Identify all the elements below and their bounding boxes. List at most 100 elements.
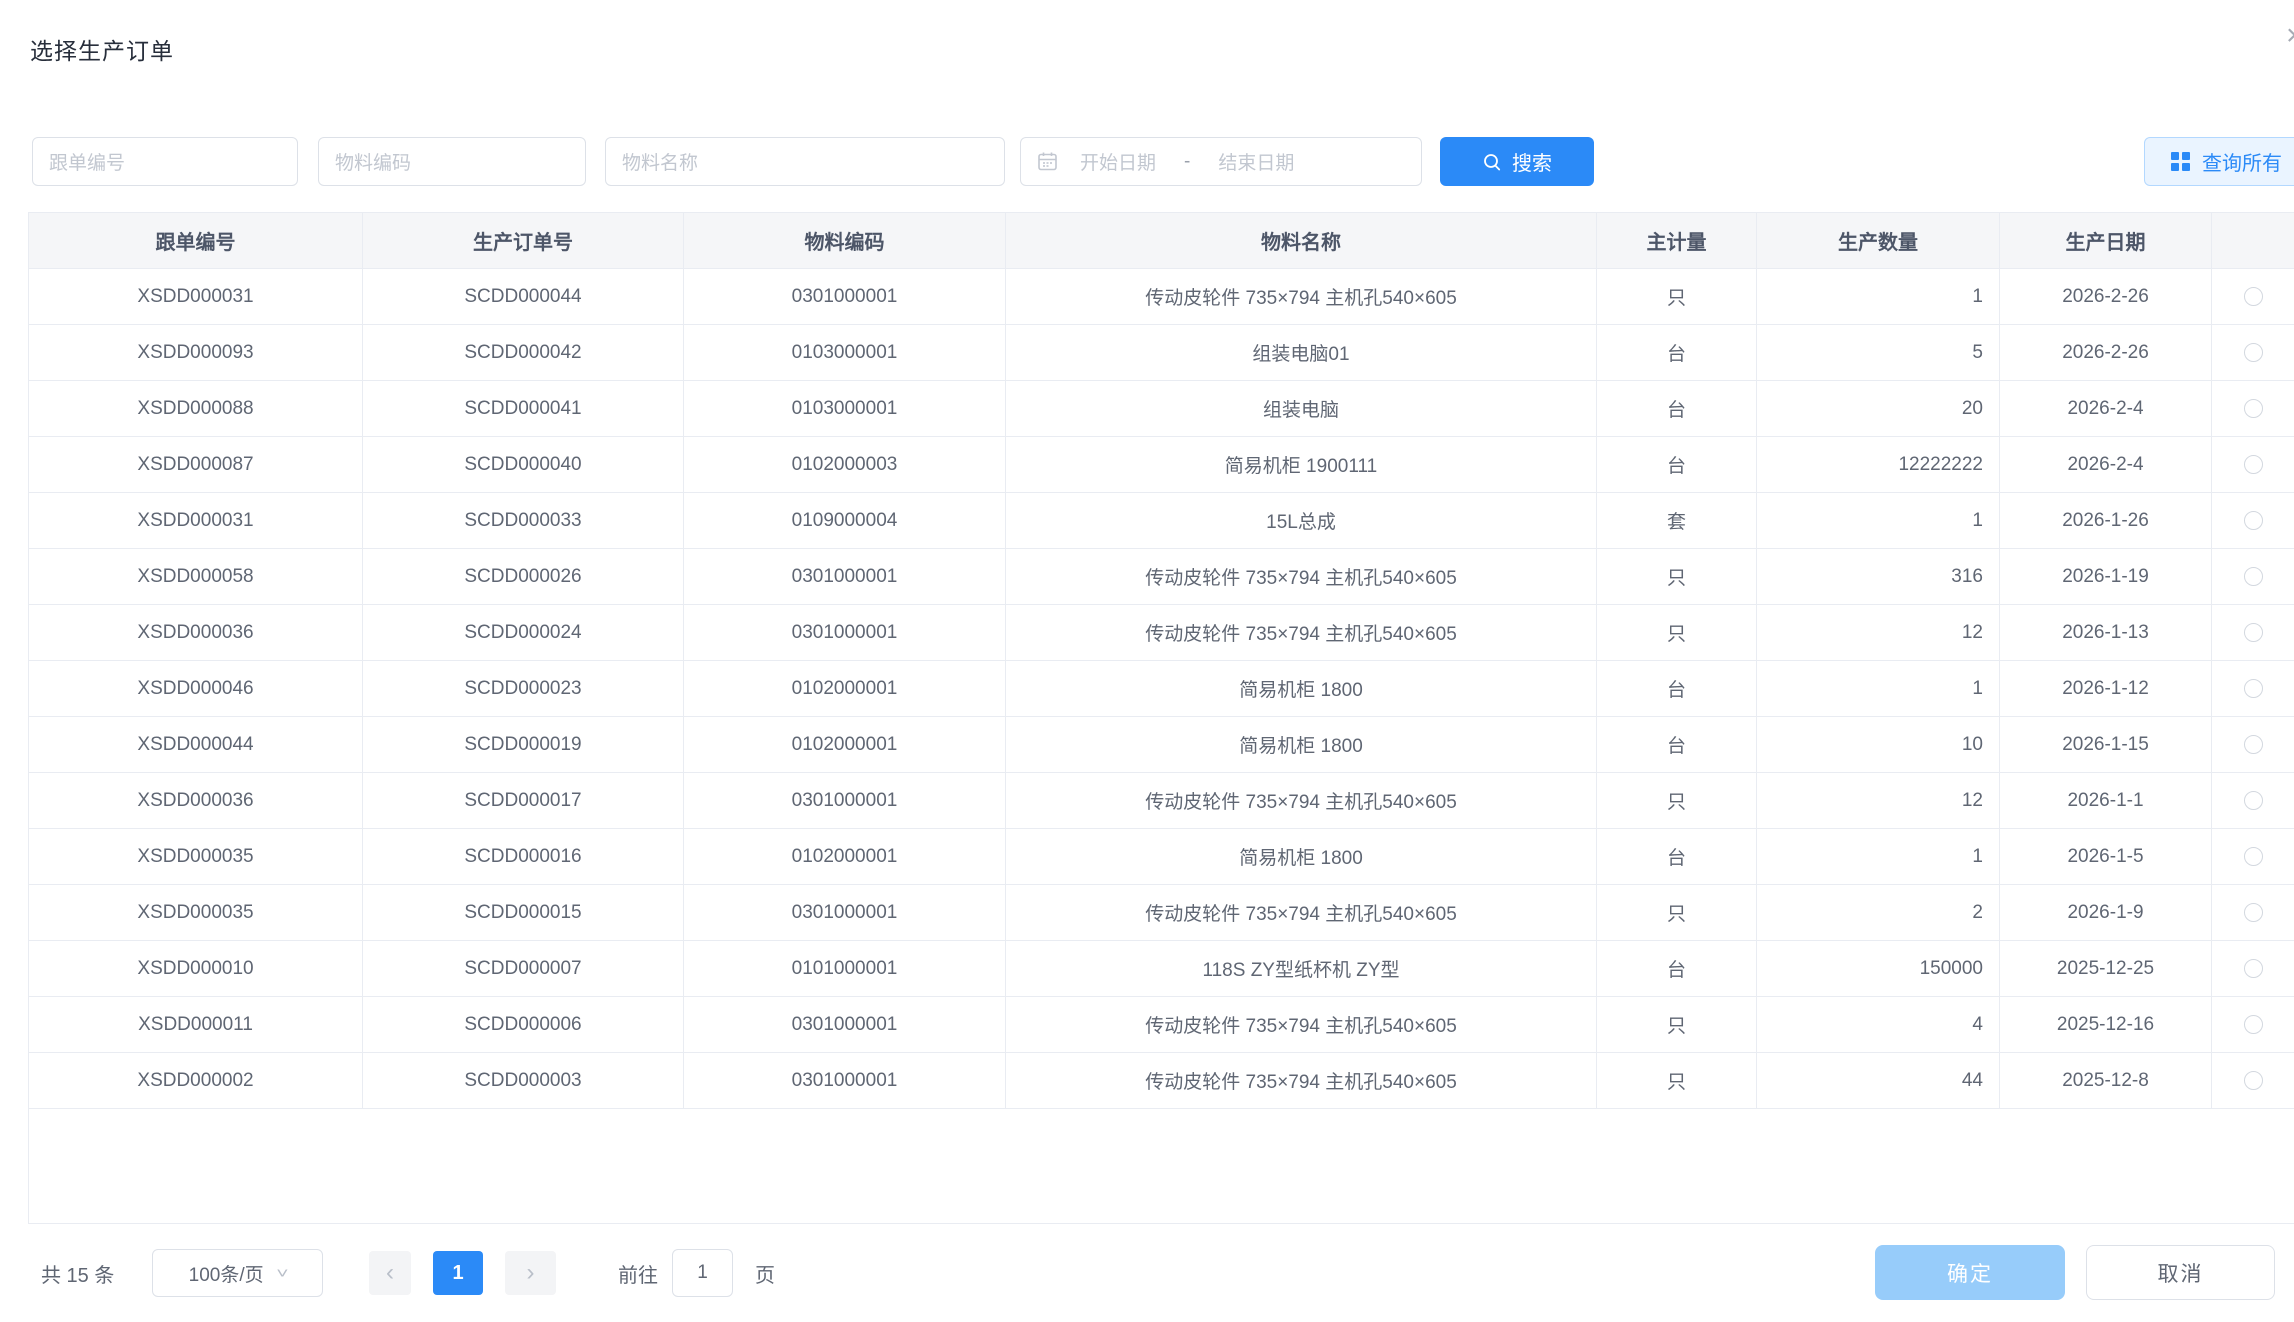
table-cell: SCDD000003 [363,1053,684,1109]
table-row[interactable]: XSDD000011SCDD0000060301000001传动皮轮件 735×… [29,997,2294,1053]
table-cell: XSDD000035 [29,829,363,885]
cancel-button[interactable]: 取消 [2086,1245,2275,1300]
table-cell: 0301000001 [684,1053,1006,1109]
table-cell: XSDD000031 [29,269,363,325]
table-row[interactable]: XSDD000036SCDD0000240301000001传动皮轮件 735×… [29,605,2294,661]
table-cell [2212,997,2294,1053]
material-code-placeholder: 物料编码 [335,148,411,175]
table-cell: 传动皮轮件 735×794 主机孔540×605 [1006,773,1597,829]
table-row[interactable]: XSDD000002SCDD0000030301000001传动皮轮件 735×… [29,1053,2294,1109]
date-separator: - [1184,151,1190,173]
table-cell: XSDD000002 [29,1053,363,1109]
table-row[interactable]: XSDD000044SCDD0000190102000001简易机柜 1800台… [29,717,2294,773]
calendar-icon [1037,151,1058,172]
table-cell: 2026-1-12 [2000,661,2212,717]
table-row[interactable]: XSDD000031SCDD000033010900000415L总成套1202… [29,493,2294,549]
header-row: 跟单编号生产订单号物料编码物料名称主计量生产数量生产日期 [29,213,2294,269]
table-cell: 2025-12-25 [2000,941,2212,997]
row-select-radio[interactable] [2244,399,2263,418]
table-cell: 0101000001 [684,941,1006,997]
table-cell: SCDD000019 [363,717,684,773]
query-all-label: 查询所有 [2202,147,2282,176]
table-cell: 简易机柜 1900111 [1006,437,1597,493]
row-select-radio[interactable] [2244,623,2263,642]
page-size-value: 100条/页 [189,1260,264,1287]
current-page-button[interactable]: 1 [433,1251,483,1295]
table-cell: 2 [1757,885,2000,941]
table-row[interactable]: XSDD000058SCDD0000260301000001传动皮轮件 735×… [29,549,2294,605]
table-cell [2212,269,2294,325]
page-size-select[interactable]: 100条/页 ˅ [152,1249,323,1297]
table-cell: SCDD000042 [363,325,684,381]
table-cell: 12 [1757,773,2000,829]
table-row[interactable]: XSDD000031SCDD0000440301000001传动皮轮件 735×… [29,269,2294,325]
search-button[interactable]: 搜索 [1440,137,1594,186]
row-select-radio[interactable] [2244,567,2263,586]
close-icon[interactable]: × [2286,16,2294,56]
table-row[interactable]: XSDD000010SCDD0000070101000001118S ZY型纸杯… [29,941,2294,997]
row-select-radio[interactable] [2244,903,2263,922]
table-cell [2212,493,2294,549]
table-cell: XSDD000093 [29,325,363,381]
table-cell: 44 [1757,1053,2000,1109]
order-no-input[interactable]: 跟单编号 [32,137,298,186]
row-select-radio[interactable] [2244,959,2263,978]
table-row[interactable]: XSDD000088SCDD0000410103000001组装电脑台20202… [29,381,2294,437]
row-select-radio[interactable] [2244,343,2263,362]
table-cell: 2026-1-1 [2000,773,2212,829]
header-cell [2212,213,2294,269]
row-select-radio[interactable] [2244,1015,2263,1034]
table-row[interactable]: XSDD000093SCDD0000420103000001组装电脑01台520… [29,325,2294,381]
table-cell: 2026-1-15 [2000,717,2212,773]
date-range-picker[interactable]: 开始日期 - 结束日期 [1020,137,1422,186]
table-row[interactable]: XSDD000046SCDD0000230102000001简易机柜 1800台… [29,661,2294,717]
material-name-input[interactable]: 物料名称 [605,137,1005,186]
table-cell [2212,885,2294,941]
next-page-button[interactable]: › [505,1251,556,1295]
table-cell: SCDD000016 [363,829,684,885]
table-cell: 简易机柜 1800 [1006,717,1597,773]
row-select-radio[interactable] [2244,287,2263,306]
material-code-input[interactable]: 物料编码 [318,137,586,186]
date-start-placeholder: 开始日期 [1080,148,1156,175]
prev-page-button[interactable]: ‹ [369,1251,411,1295]
row-select-radio[interactable] [2244,735,2263,754]
table-cell: 2025-12-8 [2000,1053,2212,1109]
table-cell: 传动皮轮件 735×794 主机孔540×605 [1006,269,1597,325]
table-cell: 1 [1757,661,2000,717]
table-row[interactable]: XSDD000087SCDD0000400102000003简易机柜 19001… [29,437,2294,493]
table-cell: XSDD000036 [29,773,363,829]
table-cell: 0301000001 [684,549,1006,605]
row-select-radio[interactable] [2244,1071,2263,1090]
total-count: 共 15 条 [41,1224,114,1322]
table-cell: 0103000001 [684,325,1006,381]
row-select-radio[interactable] [2244,679,2263,698]
row-select-radio[interactable] [2244,455,2263,474]
row-select-radio[interactable] [2244,847,2263,866]
table-cell: 2026-2-4 [2000,437,2212,493]
row-select-radio[interactable] [2244,511,2263,530]
table-cell: XSDD000044 [29,717,363,773]
table-cell: 2026-1-9 [2000,885,2212,941]
header-cell: 主计量 [1597,213,1757,269]
table-cell: 台 [1597,661,1757,717]
table-cell: XSDD000046 [29,661,363,717]
table-cell [2212,437,2294,493]
row-select-radio[interactable] [2244,791,2263,810]
table-cell: 只 [1597,997,1757,1053]
goto-page-input[interactable]: 1 [672,1249,733,1297]
table-cell: 传动皮轮件 735×794 主机孔540×605 [1006,1053,1597,1109]
table-cell: SCDD000033 [363,493,684,549]
table-row[interactable]: XSDD000035SCDD0000160102000001简易机柜 1800台… [29,829,2294,885]
table-cell: 20 [1757,381,2000,437]
table-cell: 4 [1757,997,2000,1053]
table-row[interactable]: XSDD000035SCDD0000150301000001传动皮轮件 735×… [29,885,2294,941]
header-cell: 物料名称 [1006,213,1597,269]
table-row[interactable]: XSDD000036SCDD0000170301000001传动皮轮件 735×… [29,773,2294,829]
query-all-button[interactable]: 查询所有 [2144,137,2294,186]
table-cell: XSDD000010 [29,941,363,997]
confirm-button[interactable]: 确定 [1875,1245,2065,1300]
goto-label: 前往 [618,1224,658,1322]
goto-page-value: 1 [697,1262,708,1284]
table-cell [2212,661,2294,717]
